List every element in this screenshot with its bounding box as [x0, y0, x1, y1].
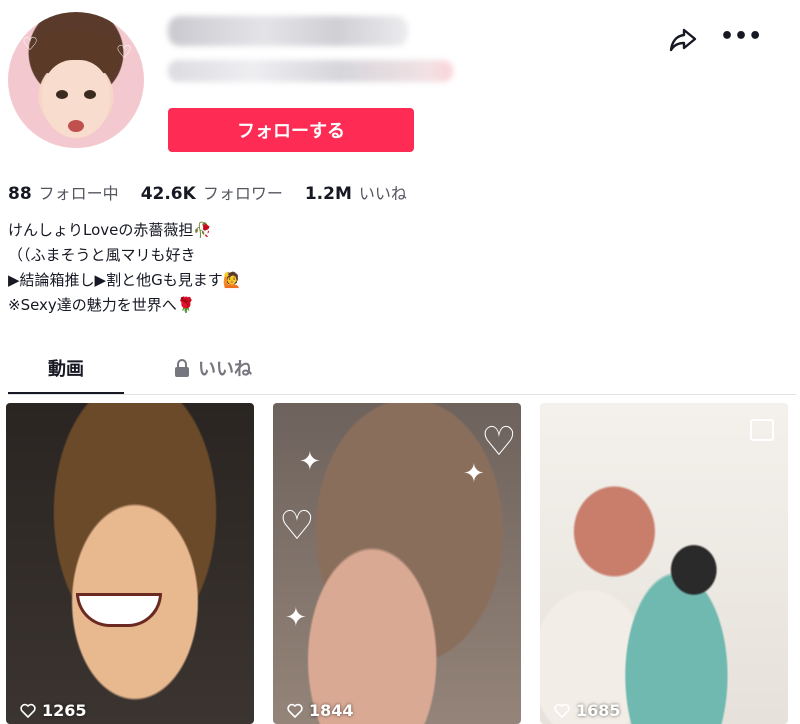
heart-icon: [554, 703, 570, 718]
avatar-eye-left: [56, 90, 68, 99]
video-card[interactable]: ✦ ♡ ♡ ✦ ✦ 1844: [273, 403, 521, 724]
sparkle-icon: ✦: [299, 447, 321, 477]
bio-line: ▶結論箱推し▶割と他Gも見ます🙋: [8, 271, 242, 289]
view-count-value: 1685: [576, 701, 621, 720]
likes-label: いいね: [358, 184, 407, 203]
view-count: 1844: [287, 701, 354, 720]
view-count-value: 1844: [309, 701, 354, 720]
following-count: 88: [8, 184, 32, 204]
bio-line: ※Sexy達の魅力を世界へ🌹: [8, 296, 196, 314]
video-card[interactable]: 1265: [6, 403, 254, 724]
tab-videos-label: 動画: [48, 359, 84, 380]
tab-videos[interactable]: 動画: [8, 344, 124, 394]
profile-avatar[interactable]: ♡ ♡: [8, 12, 144, 148]
video-card[interactable]: 1685: [540, 403, 788, 724]
avatar-heart-icon: ♡: [22, 34, 39, 55]
heart-icon: [20, 703, 36, 718]
view-count: 1265: [20, 701, 87, 720]
sparkle-icon: ✦: [285, 603, 307, 633]
avatar-heart-icon: ♡: [116, 42, 133, 63]
avatar-eye-right: [84, 90, 96, 99]
profile-tabs: 動画 いいね: [8, 344, 796, 395]
photo-icon: [750, 419, 774, 441]
follow-button[interactable]: フォローする: [168, 108, 414, 152]
followers-count: 42.6K: [140, 184, 196, 204]
followers-stat[interactable]: 42.6K フォロワー: [141, 180, 283, 204]
bio-line: けんしょりLoveの赤薔薇担🥀: [8, 221, 213, 239]
avatar-mouth: [68, 120, 84, 132]
following-label: フォロー中: [38, 184, 119, 203]
handle-blurred: [168, 60, 453, 82]
heart-outline-icon: ♡: [481, 419, 517, 465]
heart-outline-icon: ♡: [279, 503, 315, 549]
username-blurred: [168, 16, 408, 46]
view-count-value: 1265: [42, 701, 87, 720]
view-count: 1685: [554, 701, 621, 720]
video-grid: 1265 ✦ ♡ ♡ ✦ ✦ 1844 1685: [6, 403, 794, 724]
following-stat[interactable]: 88 フォロー中: [8, 180, 119, 204]
profile-bio: けんしょりLoveの赤薔薇担🥀 （（ふまそうと風マリも好き ▶結論箱推し▶割と他…: [8, 218, 241, 318]
video-thumbnail-detail: [76, 593, 162, 627]
tab-likes-label: いいね: [198, 359, 252, 380]
bio-line: （（ふまそうと風マリも好き: [8, 246, 196, 264]
likes-count: 1.2M: [304, 184, 352, 204]
likes-stat: 1.2M いいね: [305, 180, 407, 204]
profile-stats: 88 フォロー中 42.6K フォロワー 1.2M いいね: [8, 180, 429, 204]
followers-label: フォロワー: [202, 184, 283, 203]
more-icon[interactable]: •••: [720, 24, 762, 54]
heart-icon: [287, 703, 303, 718]
lock-icon: [175, 359, 189, 377]
share-icon[interactable]: [668, 24, 698, 54]
tab-likes[interactable]: いいね: [158, 344, 268, 392]
sparkle-icon: ✦: [463, 459, 485, 489]
